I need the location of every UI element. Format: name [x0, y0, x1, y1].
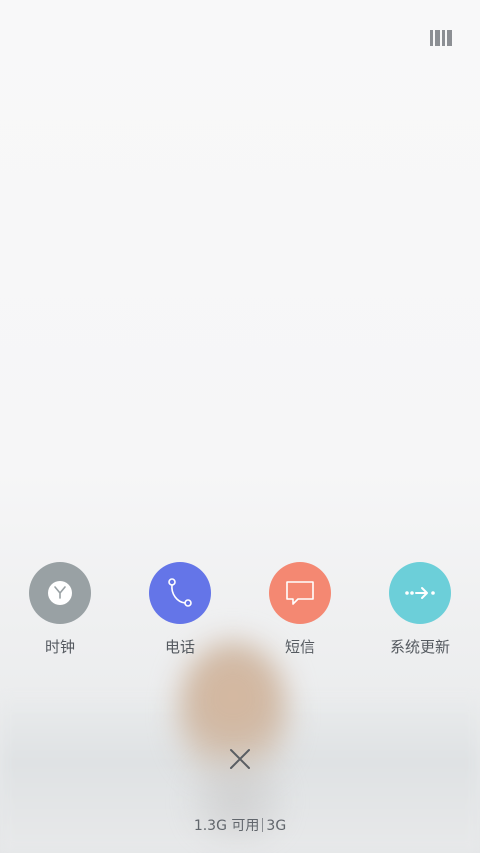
memory-status: 1.3G 可用 3G — [0, 815, 480, 835]
blurred-wallpaper — [0, 0, 480, 853]
app-phone-label: 电话 — [164, 638, 195, 656]
recent-apps-row: 时钟 电话 短信 系统更新 — [0, 562, 480, 662]
message-icon — [269, 562, 331, 624]
close-all-button[interactable] — [224, 743, 256, 775]
app-system-update[interactable]: 系统更新 — [365, 562, 475, 657]
app-sms[interactable]: 短信 — [245, 562, 355, 657]
memory-available: 1.3G 可用 — [193, 818, 260, 834]
update-arrow-icon — [389, 562, 451, 624]
app-clock-label: 时钟 — [44, 638, 75, 656]
memory-total: 3G — [266, 818, 287, 834]
memory-icon[interactable] — [430, 30, 452, 46]
app-system-update-label: 系统更新 — [389, 638, 450, 656]
app-sms-label: 短信 — [284, 638, 315, 656]
close-icon — [230, 749, 250, 769]
app-clock[interactable]: 时钟 — [5, 562, 115, 657]
app-phone[interactable]: 电话 — [125, 562, 235, 657]
clock-icon — [29, 562, 91, 624]
phone-icon — [149, 562, 211, 624]
